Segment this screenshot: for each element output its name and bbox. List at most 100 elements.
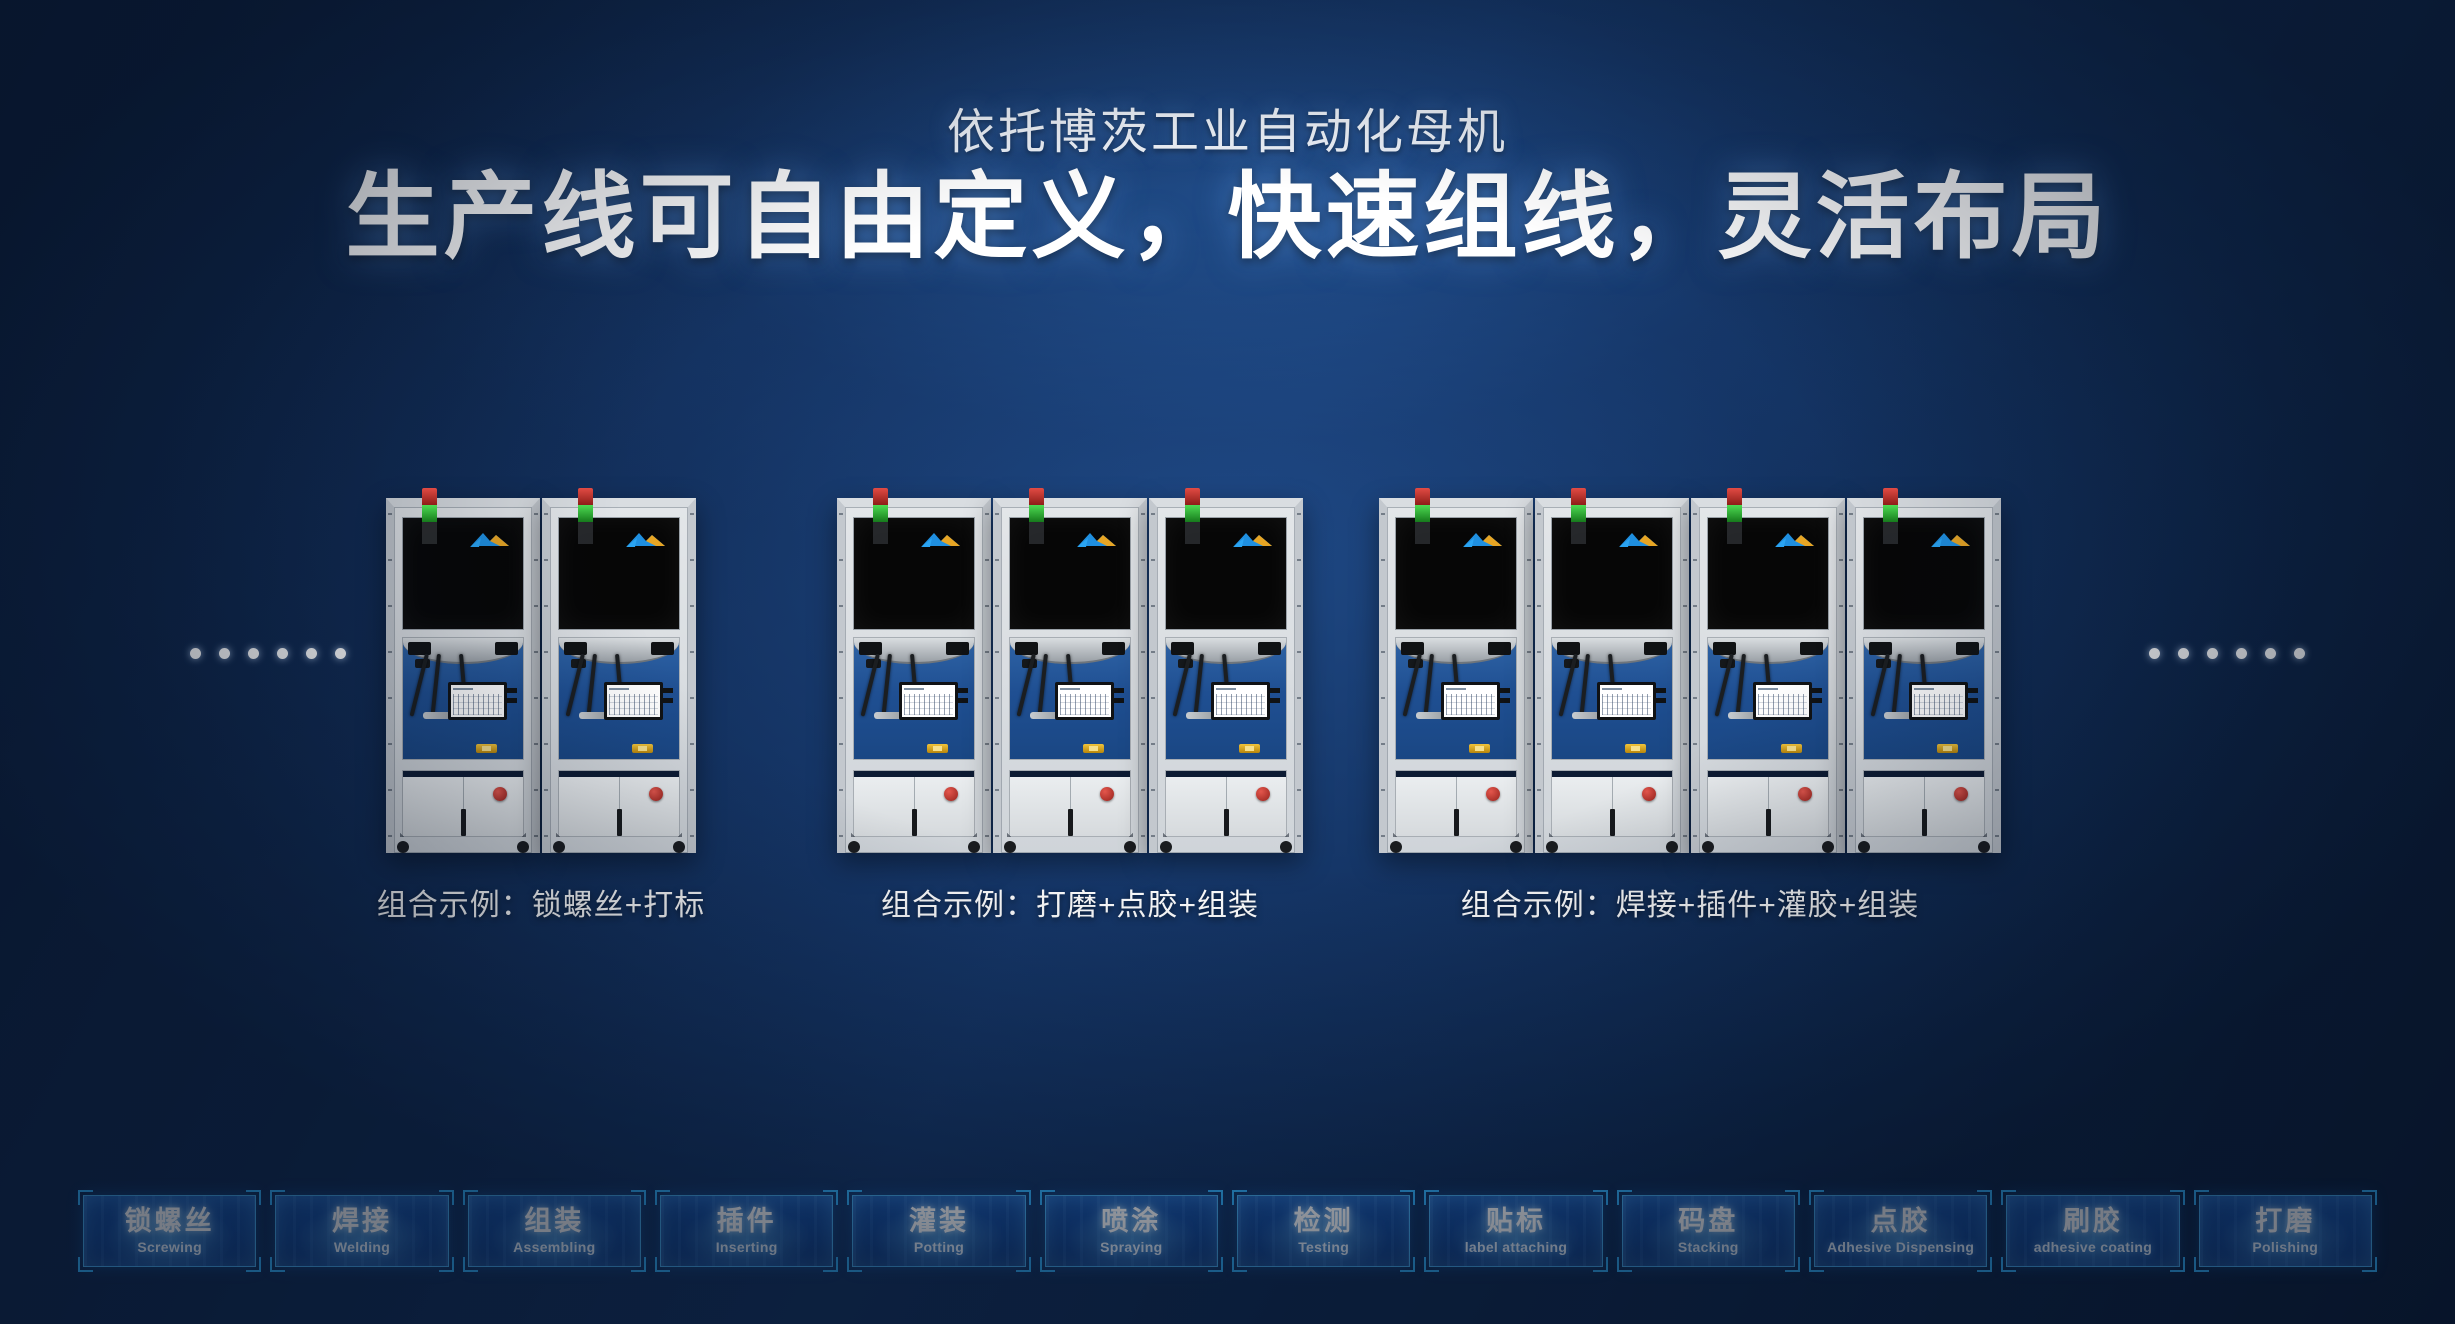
tag-label-cn: 喷涂: [1101, 1206, 1162, 1237]
caster-wheel: [1509, 837, 1523, 853]
caster-wheel: [1389, 837, 1403, 853]
robot-arm: [1423, 653, 1434, 714]
emergency-stop-button[interactable]: [1642, 787, 1656, 801]
workpiece-fixture: [1937, 744, 1958, 753]
process-tag-testing[interactable]: 检测 Testing: [1231, 1190, 1416, 1272]
frame-brace: [504, 815, 526, 837]
frame-brace: [851, 815, 873, 837]
hmi-touchscreen[interactable]: [1909, 682, 1968, 720]
signal-tower-icon: [1415, 488, 1430, 548]
hmi-touchscreen[interactable]: [1211, 682, 1270, 720]
hmi-touchscreen[interactable]: [1441, 682, 1500, 720]
robot-work-bay: [1165, 637, 1287, 760]
cabinet-handle[interactable]: [1454, 809, 1459, 836]
hmi-touchscreen[interactable]: [1753, 682, 1812, 720]
display-panel[interactable]: [1395, 517, 1517, 630]
process-tag-spraying[interactable]: 喷涂 Spraying: [1039, 1190, 1223, 1272]
display-panel[interactable]: [402, 517, 524, 630]
tag-label-en: Potting: [913, 1238, 965, 1255]
machine-cell[interactable]: [386, 488, 540, 853]
process-tag-potting[interactable]: 灌装 Potting: [847, 1190, 1031, 1272]
display-panel[interactable]: [1551, 517, 1673, 630]
cabinet-handle[interactable]: [1610, 809, 1615, 836]
machine-cell[interactable]: [1691, 488, 1845, 853]
process-tag-welding[interactable]: 焊接 Welding: [270, 1190, 454, 1272]
emergency-stop-button[interactable]: [1486, 787, 1500, 801]
emergency-stop-button[interactable]: [1954, 787, 1968, 801]
emergency-stop-button[interactable]: [493, 787, 507, 801]
display-panel[interactable]: [558, 517, 680, 630]
hmi-touchscreen[interactable]: [604, 682, 663, 720]
emergency-stop-button[interactable]: [1256, 787, 1270, 801]
machine-group: [386, 488, 696, 853]
hmi-mount-arm: [1269, 688, 1280, 693]
robot-arm: [430, 653, 441, 714]
process-tag-stacking[interactable]: 码盘 Stacking: [1616, 1190, 1800, 1272]
machine-cell[interactable]: [837, 488, 991, 853]
hmi-touchscreen[interactable]: [1597, 682, 1656, 720]
emergency-stop-button[interactable]: [649, 787, 663, 801]
cabinet-handle[interactable]: [617, 809, 622, 836]
signal-tower-icon: [1185, 488, 1200, 548]
frame-post-left: [544, 513, 548, 843]
cabinet-handle[interactable]: [1766, 809, 1771, 836]
display-panel[interactable]: [1707, 517, 1829, 630]
cabinet-handle[interactable]: [461, 809, 466, 836]
hmi-mount-arm: [1967, 688, 1978, 693]
tower-red-lamp: [422, 488, 437, 505]
hmi-titlebar: [1446, 688, 1466, 690]
process-tag-adhesive-dispensing[interactable]: 点胶 Adhesive Dispensing: [1808, 1190, 1993, 1272]
robot-work-bay: [1707, 637, 1829, 760]
actuator-block-left: [1171, 642, 1194, 655]
actuator-block-left: [859, 642, 882, 655]
cabinet-handle[interactable]: [1068, 809, 1073, 836]
hmi-touchscreen[interactable]: [1055, 682, 1114, 720]
frame-brace: [1497, 815, 1519, 837]
process-tag-inserting[interactable]: 插件 Inserting: [654, 1190, 839, 1272]
process-tag-polishing[interactable]: 打磨 Polishing: [2193, 1190, 2377, 1272]
brand-logo-icon: [921, 533, 960, 547]
caster-wheel: [1279, 837, 1293, 853]
robot-arm: [1037, 653, 1048, 714]
cabinet-handle[interactable]: [1922, 809, 1927, 836]
machine-cell[interactable]: [1847, 488, 2001, 853]
hmi-touchscreen[interactable]: [899, 682, 958, 720]
display-panel[interactable]: [1009, 517, 1131, 630]
hmi-mount-arm: [662, 688, 673, 693]
hmi-mount-arm: [1655, 698, 1666, 703]
process-tag-screwing[interactable]: 锁螺丝 Screwing: [78, 1190, 262, 1272]
top-glow: [377, 0, 2078, 580]
actuator-block-left: [1015, 642, 1038, 655]
emergency-stop-button[interactable]: [1798, 787, 1812, 801]
process-tag-adhesive-coating[interactable]: 刷胶 adhesive coating: [2001, 1190, 2185, 1272]
ellipsis-dot: [335, 648, 346, 659]
tag-label-cn: 打磨: [2255, 1206, 2316, 1237]
machine-cell[interactable]: [1535, 488, 1689, 853]
machine-cell[interactable]: [542, 488, 696, 853]
workpiece-fixture: [1239, 744, 1260, 753]
process-tag-assembling[interactable]: 组装 Assembling: [462, 1190, 646, 1272]
emergency-stop-button[interactable]: [944, 787, 958, 801]
display-panel[interactable]: [1165, 517, 1287, 630]
machine-cell[interactable]: [993, 488, 1147, 853]
display-panel[interactable]: [1863, 517, 1985, 630]
brand-logo-icon: [1463, 533, 1502, 547]
hmi-chart: [1602, 694, 1651, 715]
actuator-block-left: [1557, 642, 1580, 655]
emergency-stop-button[interactable]: [1100, 787, 1114, 801]
display-panel[interactable]: [853, 517, 975, 630]
robot-work-bay: [1551, 637, 1673, 760]
brand-logo-icon: [1775, 533, 1814, 547]
tower-green-lamp: [1185, 505, 1200, 522]
hmi-titlebar: [453, 688, 473, 690]
tag-body: 点胶 Adhesive Dispensing: [1813, 1195, 1988, 1267]
cabinet-handle[interactable]: [912, 809, 917, 836]
brand-logo-icon: [470, 533, 509, 547]
machine-cell[interactable]: [1149, 488, 1303, 853]
robot-arm: [1891, 653, 1902, 714]
cabinet-handle[interactable]: [1224, 809, 1229, 836]
hmi-touchscreen[interactable]: [448, 682, 507, 720]
machine-cell[interactable]: [1379, 488, 1533, 853]
frame-brace: [1653, 815, 1675, 837]
process-tag-label-attaching[interactable]: 贴标 label attaching: [1424, 1190, 1608, 1272]
